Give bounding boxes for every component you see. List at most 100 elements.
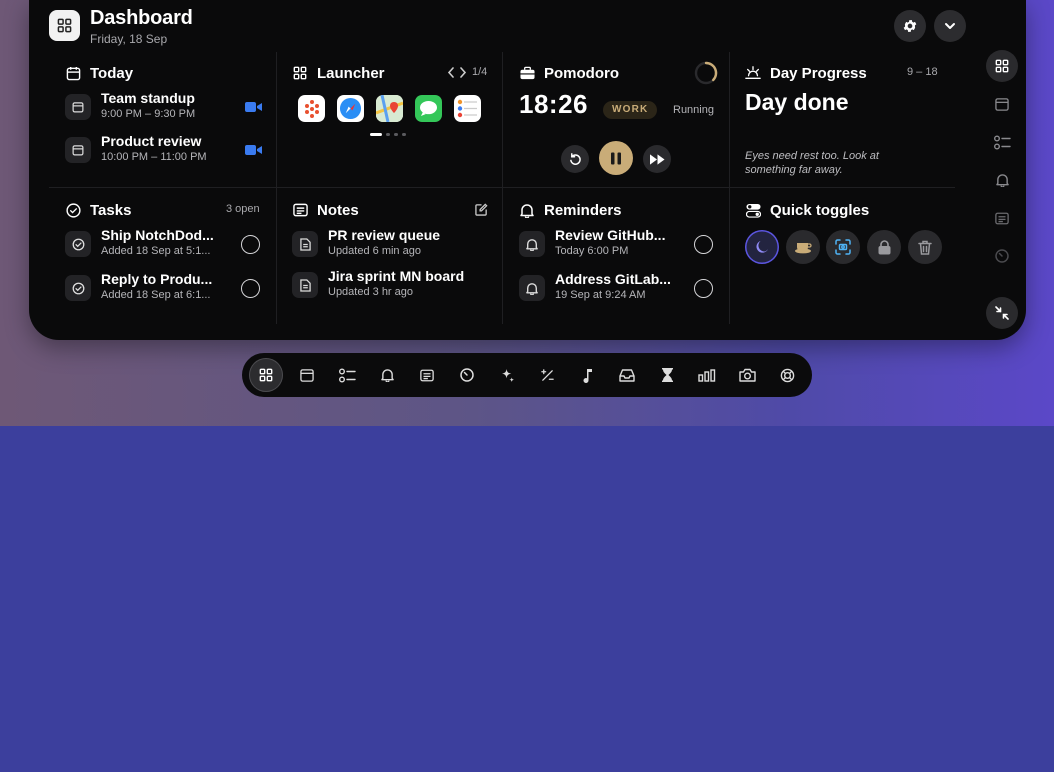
task-checkbox[interactable] <box>241 279 260 298</box>
fast-forward-icon <box>649 153 665 165</box>
today-title: Today <box>90 64 134 82</box>
reminder-item[interactable]: Address GitLab... 19 Sep at 9:24 AM <box>519 271 715 305</box>
check-circle-icon <box>65 275 91 301</box>
dock-item-dashboard[interactable] <box>249 358 283 392</box>
task-title: Ship NotchDod... <box>101 227 214 243</box>
note-title: PR review queue <box>328 227 441 243</box>
tasks-title: Tasks <box>90 201 132 219</box>
dashboard-app-icon[interactable] <box>49 10 80 41</box>
timer-icon <box>995 249 1009 263</box>
page-arrows-icon[interactable] <box>447 67 467 78</box>
sidebar-item-timer[interactable] <box>986 240 1018 272</box>
sidebar-item-notes[interactable] <box>986 202 1018 234</box>
collapse-arrows-icon <box>995 306 1009 320</box>
dock-item-camera[interactable] <box>730 358 764 392</box>
calendar-icon <box>65 137 91 163</box>
bars-icon <box>698 368 716 382</box>
page-indicator[interactable] <box>386 133 390 136</box>
dock-item-timer[interactable] <box>450 358 484 392</box>
task-checkbox[interactable] <box>241 235 260 254</box>
collapse-sidebar-button[interactable] <box>986 297 1018 329</box>
task-item[interactable]: Ship NotchDod... Added 18 Sep at 5:1... <box>65 227 263 261</box>
lock-toggle[interactable] <box>867 230 901 264</box>
reminder-checkbox[interactable] <box>694 235 713 254</box>
note-item[interactable]: PR review queue Updated 6 min ago <box>292 227 488 261</box>
calendar-icon <box>65 94 91 120</box>
caffeinate-toggle[interactable] <box>786 230 820 264</box>
reminder-item[interactable]: Review GitHub... Today 6:00 PM <box>519 227 715 261</box>
moon-icon <box>754 239 770 255</box>
event-item[interactable]: Team standup 9:00 PM – 9:30 PM <box>65 90 263 124</box>
hourglass-icon <box>661 368 673 382</box>
scatter-app-icon[interactable] <box>298 95 325 122</box>
notes-card: Notes PR review queue Updated 6 min ago … <box>292 200 488 315</box>
sidebar-item-calendar[interactable] <box>986 88 1018 120</box>
event-title: Product review <box>101 133 202 149</box>
page-indicator[interactable] <box>394 133 398 136</box>
note-icon <box>292 202 308 218</box>
dashboard-panel: Dashboard Friday, 18 Sep Today Team stan… <box>29 0 1026 340</box>
dock-item-calculator[interactable] <box>530 358 564 392</box>
divider <box>276 52 277 324</box>
dock-item-reminders[interactable] <box>370 358 404 392</box>
dock-item-music[interactable] <box>570 358 604 392</box>
event-item[interactable]: Product review 10:00 PM – 11:00 PM <box>65 133 263 167</box>
music-icon <box>581 368 593 383</box>
dock-item-help[interactable] <box>770 358 804 392</box>
video-icon[interactable] <box>245 101 262 113</box>
bottom-dock <box>242 353 812 397</box>
pomodoro-header: Pomodoro <box>519 63 619 83</box>
chevron-down-icon <box>943 19 957 33</box>
dock-item-calendar[interactable] <box>290 358 324 392</box>
do-not-disturb-toggle[interactable] <box>745 230 779 264</box>
page-indicator[interactable] <box>402 133 406 136</box>
trash-icon <box>918 240 932 255</box>
lifebuoy-icon <box>780 368 795 383</box>
dock-item-ai[interactable] <box>490 358 524 392</box>
gear-icon <box>902 18 918 34</box>
reset-button[interactable] <box>561 145 589 173</box>
bell-icon <box>519 231 545 257</box>
calendar-icon <box>995 97 1009 111</box>
settings-button[interactable] <box>894 10 926 42</box>
dock-item-stats[interactable] <box>690 358 724 392</box>
maps-icon[interactable] <box>376 95 403 122</box>
mode-badge: WORK <box>603 101 658 119</box>
collapse-button[interactable] <box>934 10 966 42</box>
divider <box>49 187 955 188</box>
day-headline: Day done <box>745 89 849 115</box>
safari-icon[interactable] <box>337 95 364 122</box>
video-icon[interactable] <box>245 144 262 156</box>
bell-icon <box>380 368 394 382</box>
launcher-header: Launcher <box>292 63 385 83</box>
dock-item-hourglass[interactable] <box>650 358 684 392</box>
today-header: Today <box>65 63 133 83</box>
grid-icon <box>995 59 1009 73</box>
task-item[interactable]: Reply to Produ... Added 18 Sep at 6:1... <box>65 271 263 305</box>
check-circle-icon <box>65 202 81 218</box>
skip-button[interactable] <box>643 145 671 173</box>
reminders-icon[interactable] <box>454 95 481 122</box>
trash-toggle[interactable] <box>908 230 942 264</box>
note-item[interactable]: Jira sprint MN board Updated 3 hr ago <box>292 268 488 302</box>
messages-icon[interactable] <box>415 95 442 122</box>
reminder-checkbox[interactable] <box>694 279 713 298</box>
sidebar-item-tasks[interactable] <box>986 126 1018 158</box>
pause-button[interactable] <box>599 141 633 175</box>
dock-item-notes[interactable] <box>410 358 444 392</box>
toggle-icon <box>745 202 761 218</box>
reminders-header: Reminders <box>519 200 622 220</box>
screenshot-toggle[interactable] <box>826 230 860 264</box>
note-title: Jira sprint MN board <box>328 268 465 284</box>
dock-item-inbox[interactable] <box>610 358 644 392</box>
sidebar-item-reminders[interactable] <box>986 164 1018 196</box>
divider <box>729 52 730 324</box>
page-title: Dashboard <box>90 7 193 29</box>
compose-icon[interactable] <box>475 203 488 216</box>
reminder-time: Today 6:00 PM <box>555 245 629 257</box>
dock-item-tasks[interactable] <box>330 358 364 392</box>
checklist-icon <box>338 368 356 383</box>
bell-icon <box>519 202 535 218</box>
notes-title: Notes <box>317 201 359 219</box>
sidebar-item-dashboard[interactable] <box>986 50 1018 82</box>
